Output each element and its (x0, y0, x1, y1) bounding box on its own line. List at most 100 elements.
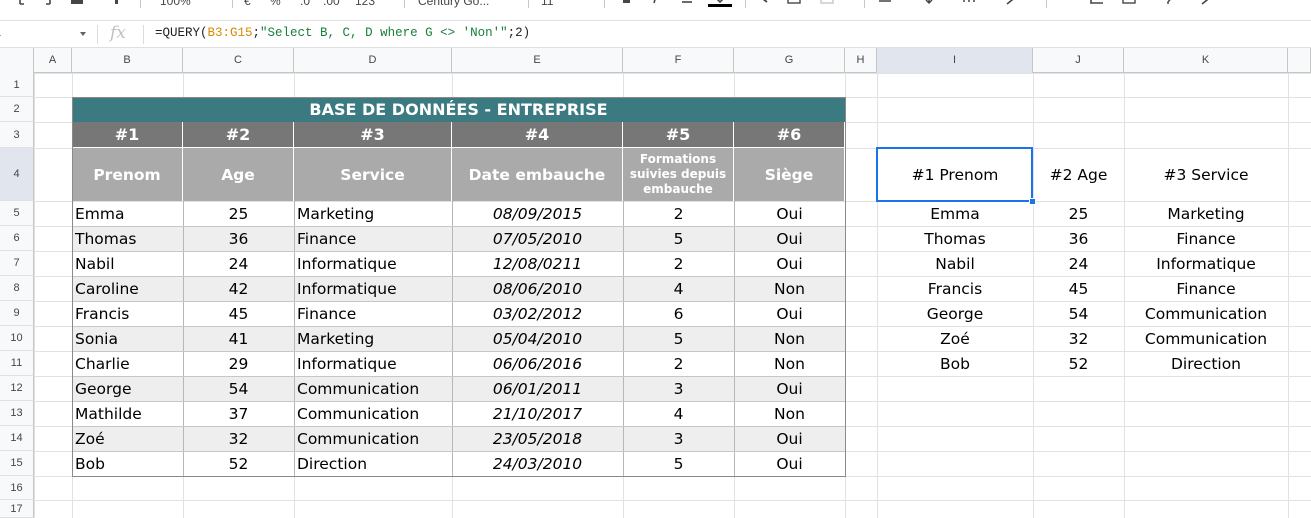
paint-format-icon[interactable] (110, 0, 124, 7)
table-cell[interactable]: Emma (72, 201, 183, 226)
table-cell[interactable]: 5 (623, 226, 734, 251)
table-cell[interactable]: 29 (183, 351, 294, 376)
table-cell[interactable]: Direction (294, 451, 452, 476)
row-header-7[interactable]: 7 (0, 251, 34, 276)
table-cell[interactable]: Oui (734, 201, 845, 226)
query-header-cell[interactable]: #1 Prenom (877, 148, 1033, 201)
table-cell[interactable]: 23/05/2018 (452, 426, 623, 451)
table-cell[interactable]: 5 (623, 451, 734, 476)
column-header-f[interactable]: F (623, 48, 734, 73)
table-cell[interactable]: 07/05/2010 (452, 226, 623, 251)
query-result-cell[interactable]: 25 (1033, 201, 1124, 226)
query-result-cell[interactable]: Informatique (1124, 251, 1288, 276)
table-cell[interactable]: Communication (294, 426, 452, 451)
column-header-j[interactable]: J (1033, 48, 1124, 73)
spreadsheet-grid[interactable]: ABCDEFGHIJK BASE DE DONNÉES - ENTREPRISE… (0, 48, 1311, 518)
query-result-cell[interactable]: Communication (1124, 301, 1288, 326)
decrease-decimals-button[interactable]: .0 (300, 0, 310, 8)
text-wrapping-icon[interactable] (962, 0, 976, 7)
column-header-a[interactable]: A (34, 48, 72, 73)
increase-decimals-button[interactable]: .00 (323, 0, 340, 8)
row-header-8[interactable]: 8 (0, 276, 34, 301)
table-cell[interactable]: Marketing (294, 201, 452, 226)
table-cell[interactable]: 36 (183, 226, 294, 251)
table-cell[interactable]: Charlie (72, 351, 183, 376)
table-cell[interactable]: Zoé (72, 426, 183, 451)
table-cell[interactable]: Nabil (72, 251, 183, 276)
table-cell[interactable]: Oui (734, 426, 845, 451)
table-cell[interactable]: George (72, 376, 183, 401)
query-result-cell[interactable]: Bob (877, 351, 1033, 376)
column-header-g[interactable]: G (734, 48, 845, 73)
insert-comment-icon[interactable] (1090, 0, 1104, 7)
column-header-e[interactable]: E (452, 48, 623, 73)
table-cell[interactable]: Oui (734, 251, 845, 276)
column-header-d[interactable]: D (294, 48, 452, 73)
row-header-10[interactable]: 10 (0, 326, 34, 351)
table-cell[interactable]: 45 (183, 301, 294, 326)
insert-link-icon[interactable] (1060, 0, 1074, 7)
query-result-cell[interactable]: Thomas (877, 226, 1033, 251)
bold-icon[interactable] (620, 0, 634, 7)
column-header-b[interactable]: B (72, 48, 183, 73)
table-cell[interactable]: 37 (183, 401, 294, 426)
formula-input[interactable]: =QUERY(B3:G15;"Select B, C, D where G <>… (155, 26, 530, 40)
query-result-cell[interactable]: Zoé (877, 326, 1033, 351)
currency-format-button[interactable]: € (244, 0, 251, 8)
table-cell[interactable]: 54 (183, 376, 294, 401)
name-box[interactable]: I4 (0, 24, 92, 44)
fill-color-icon[interactable] (757, 0, 771, 7)
table-cell[interactable]: 41 (183, 326, 294, 351)
table-cell[interactable]: 24/03/2010 (452, 451, 623, 476)
font-family-select[interactable]: Century Go... (418, 0, 489, 8)
table-cell[interactable]: Informatique (294, 276, 452, 301)
column-header-h[interactable]: H (845, 48, 877, 73)
row-header-9[interactable]: 9 (0, 301, 34, 326)
query-result-cell[interactable]: Marketing (1124, 201, 1288, 226)
table-cell[interactable]: Marketing (294, 326, 452, 351)
row-header-6[interactable]: 6 (0, 226, 34, 251)
query-header-cell[interactable]: #3 Service (1124, 148, 1288, 201)
table-cell[interactable]: 24 (183, 251, 294, 276)
row-header-2[interactable]: 2 (0, 97, 34, 122)
row-header-14[interactable]: 14 (0, 426, 34, 451)
query-result-cell[interactable]: 24 (1033, 251, 1124, 276)
table-cell[interactable]: Sonia (72, 326, 183, 351)
table-cell[interactable]: 52 (183, 451, 294, 476)
table-cell[interactable]: Informatique (294, 351, 452, 376)
table-cell[interactable]: Informatique (294, 251, 452, 276)
table-cell[interactable]: 32 (183, 426, 294, 451)
table-cell[interactable]: Bob (72, 451, 183, 476)
redo-icon[interactable] (38, 0, 52, 7)
row-header-5[interactable]: 5 (0, 201, 34, 226)
column-header-c[interactable]: C (183, 48, 294, 73)
merge-cells-icon[interactable] (820, 0, 834, 7)
table-cell[interactable]: Mathilde (72, 401, 183, 426)
fill-handle[interactable] (1029, 198, 1036, 205)
table-cell[interactable]: 08/09/2015 (452, 201, 623, 226)
query-result-cell[interactable]: Communication (1124, 326, 1288, 351)
query-result-cell[interactable]: Nabil (877, 251, 1033, 276)
print-icon[interactable] (70, 0, 84, 7)
table-cell[interactable]: 05/04/2010 (452, 326, 623, 351)
table-cell[interactable]: Oui (734, 226, 845, 251)
table-cell[interactable]: Caroline (72, 276, 183, 301)
query-result-cell[interactable]: Finance (1124, 276, 1288, 301)
table-cell[interactable]: Oui (734, 376, 845, 401)
query-result-cell[interactable]: 32 (1033, 326, 1124, 351)
table-cell[interactable]: 25 (183, 201, 294, 226)
number-format-select[interactable]: 123 (355, 0, 375, 8)
insert-chart-icon[interactable] (1122, 0, 1136, 7)
table-cell[interactable]: 42 (183, 276, 294, 301)
table-cell[interactable]: Finance (294, 226, 452, 251)
table-cell[interactable]: 2 (623, 351, 734, 376)
vertical-align-icon[interactable] (922, 0, 936, 7)
table-cell[interactable]: 6 (623, 301, 734, 326)
percent-format-button[interactable]: % (270, 0, 281, 8)
table-cell[interactable]: Non (734, 401, 845, 426)
query-result-cell[interactable]: 52 (1033, 351, 1124, 376)
italic-icon[interactable] (650, 0, 664, 7)
table-cell[interactable]: 4 (623, 401, 734, 426)
query-result-cell[interactable]: 36 (1033, 226, 1124, 251)
row-header-12[interactable]: 12 (0, 376, 34, 401)
